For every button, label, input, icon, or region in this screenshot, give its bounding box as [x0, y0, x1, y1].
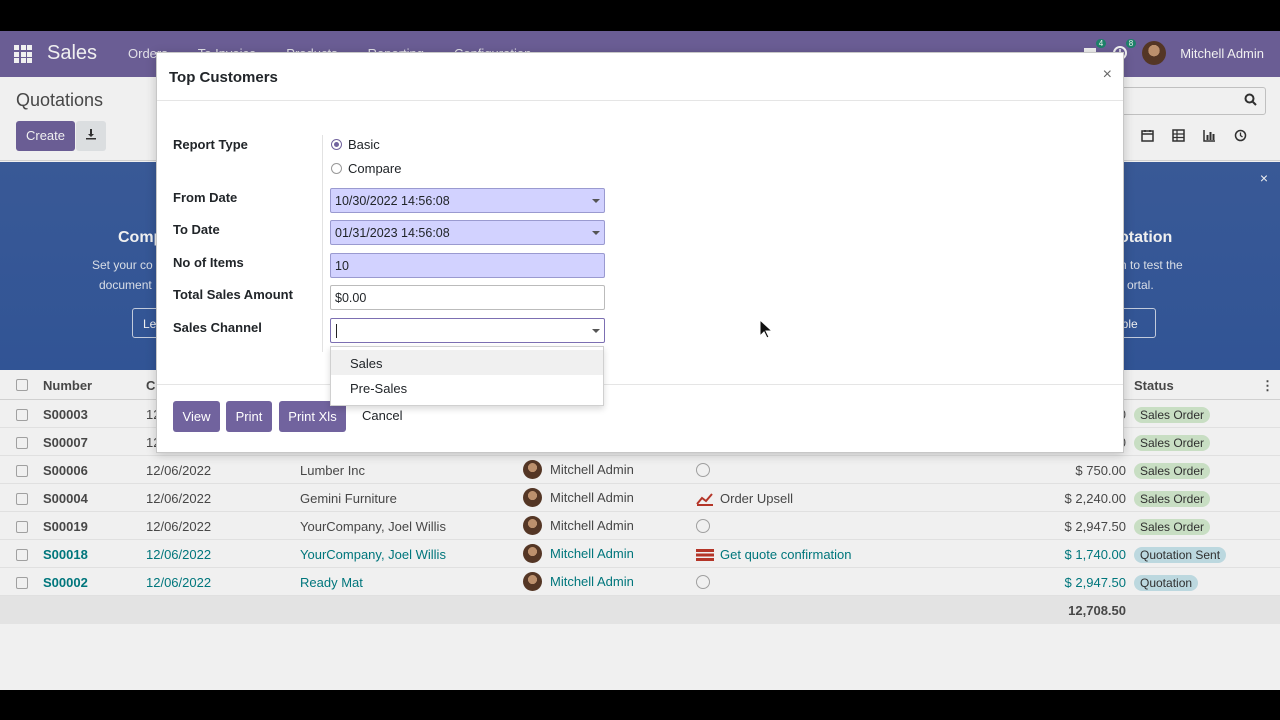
total-sales-amount-field[interactable]: $0.00: [330, 285, 605, 310]
from-date-label: From Date: [173, 190, 238, 205]
radio-basic-dot[interactable]: [331, 139, 342, 150]
to-date-field[interactable]: 01/31/2023 14:56:08: [330, 220, 605, 245]
radio-basic-label[interactable]: Basic: [348, 137, 380, 152]
to-date-value: 01/31/2023 14:56:08: [335, 226, 450, 240]
sales-channel-field[interactable]: [330, 318, 605, 343]
dropdown-option-pre-sales[interactable]: Pre-Sales: [331, 375, 603, 400]
cancel-button[interactable]: Cancel: [362, 408, 402, 423]
dropdown-option-sales[interactable]: Sales: [331, 350, 603, 375]
report-type-label: Report Type: [173, 137, 248, 152]
mouse-pointer-icon: [759, 319, 773, 339]
app-viewport: Sales Orders To Invoice Products Reporti…: [0, 31, 1280, 690]
from-date-value: 10/30/2022 14:56:08: [335, 194, 450, 208]
text-cursor: [336, 324, 337, 338]
no-of-items-label: No of Items: [173, 255, 244, 270]
to-date-label: To Date: [173, 222, 220, 237]
chevron-down-icon[interactable]: [592, 329, 600, 333]
total-sales-amount-value: $0.00: [335, 291, 367, 305]
dialog-title: Top Customers: [169, 69, 278, 86]
radio-compare-label[interactable]: Compare: [348, 161, 401, 176]
dialog-header: Top Customers ×: [157, 53, 1123, 101]
radio-compare-dot[interactable]: [331, 163, 342, 174]
print-button[interactable]: Print: [226, 401, 272, 432]
sales-channel-dropdown: Sales Pre-Sales: [330, 346, 604, 406]
close-icon[interactable]: ×: [1103, 66, 1112, 84]
chevron-down-icon[interactable]: [592, 199, 600, 203]
total-sales-amount-label: Total Sales Amount: [173, 287, 293, 302]
radio-compare[interactable]: Compare: [331, 161, 401, 176]
chevron-down-icon[interactable]: [592, 231, 600, 235]
sales-channel-label: Sales Channel: [173, 320, 262, 335]
no-of-items-value: 10: [335, 259, 349, 273]
no-of-items-field[interactable]: 10: [330, 253, 605, 278]
radio-basic[interactable]: Basic: [331, 137, 380, 152]
form-divider: [322, 135, 323, 352]
top-customers-dialog: Top Customers × Report Type Basic Compar…: [156, 52, 1124, 453]
dialog-footer: View Print Print Xls Cancel: [157, 384, 1123, 454]
view-button[interactable]: View: [173, 401, 220, 432]
from-date-field[interactable]: 10/30/2022 14:56:08: [330, 188, 605, 213]
